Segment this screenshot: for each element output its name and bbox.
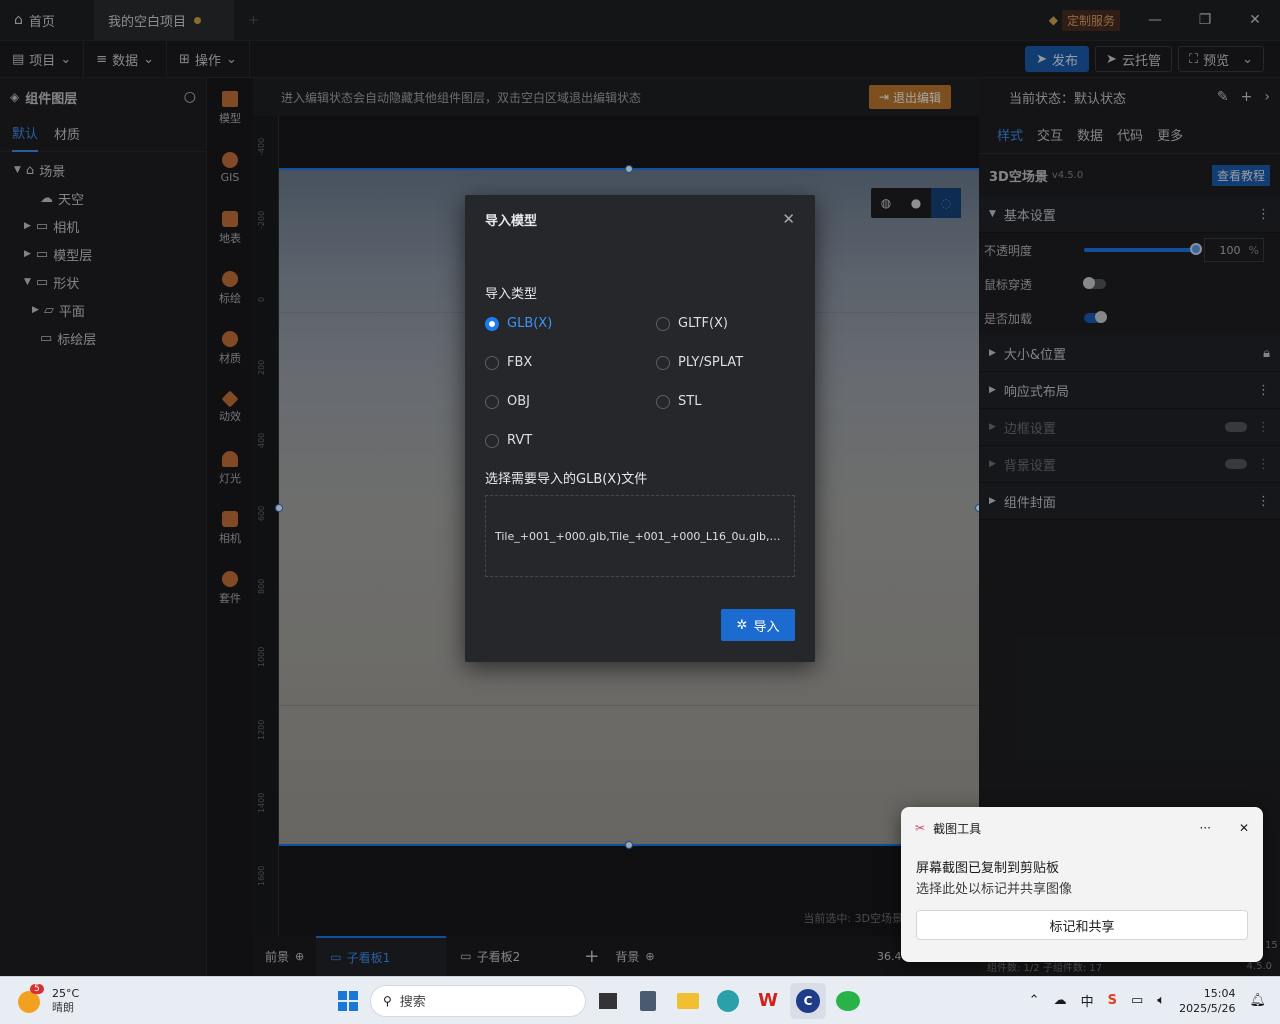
toast-app-name: 截图工具 xyxy=(933,821,982,836)
taskbar: 5 25°C 晴朗 ⚲ 搜索 W C ⌃ ☁ 中 S ▭ 🔈︎ 15:04 2025/… xyxy=(0,976,1280,1024)
wechat-icon[interactable] xyxy=(830,983,866,1019)
radio-dot xyxy=(656,316,670,331)
radio-dot xyxy=(485,433,499,448)
radio-dot xyxy=(656,394,670,409)
radio-label: GLTF(X) xyxy=(678,316,728,331)
scissors-icon: ✂ xyxy=(915,821,926,835)
radio-dot xyxy=(656,355,670,370)
wps-icon[interactable]: W xyxy=(750,983,786,1019)
radio-stl[interactable]: STL xyxy=(656,394,806,409)
clock-time: 15:04 xyxy=(1203,986,1236,1000)
radio-dot xyxy=(485,355,499,370)
radio-obj[interactable]: OBJ xyxy=(485,394,656,409)
dialog-title: 导入模型 xyxy=(485,213,538,229)
selected-files: Tile_+001_+000.glb,Tile_+001_+000_L16_0u… xyxy=(495,529,785,543)
radio-rvt[interactable]: RVT xyxy=(485,433,656,448)
chevron-up-icon[interactable]: ⌃ xyxy=(1029,993,1040,1008)
weather-desc: 晴朗 xyxy=(52,1000,74,1014)
spinner-icon: ✲ xyxy=(736,617,748,633)
weather-widget[interactable]: 5 25°C 晴朗 xyxy=(0,983,330,1015)
import-button[interactable]: ✲ 导入 xyxy=(721,609,795,641)
edge-browser-icon[interactable] xyxy=(710,983,746,1019)
radio-label: RVT xyxy=(507,433,533,448)
radio-glb[interactable]: GLB(X) xyxy=(485,316,656,331)
close-icon[interactable]: ✕ xyxy=(782,210,795,228)
weather-badge: 5 xyxy=(30,983,44,994)
search-placeholder: 搜索 xyxy=(399,995,426,1010)
radio-label: OBJ xyxy=(507,394,530,409)
snipping-notification[interactable]: ✂ 截图工具 ··· ✕ 屏幕截图已复制到剪贴板 选择此处以标记并共享图像 标记和共… xyxy=(901,807,1263,962)
weather-temp: 25°C xyxy=(52,986,80,1000)
close-icon[interactable]: ✕ xyxy=(1239,821,1249,835)
clock[interactable]: 15:04 2025/5/26 xyxy=(1179,986,1235,1016)
markup-share-button[interactable]: 标记和共享 xyxy=(916,910,1248,940)
radio-label: PLY/SPLAT xyxy=(678,355,744,370)
volume-icon[interactable]: 🔈︎ xyxy=(1157,993,1165,1008)
radio-label: GLB(X) xyxy=(507,316,553,331)
toast-subtitle: 选择此处以标记并共享图像 xyxy=(916,882,1073,897)
markup-share-label: 标记和共享 xyxy=(1049,919,1115,935)
radio-ply-splat[interactable]: PLY/SPLAT xyxy=(656,355,806,370)
task-view-icon[interactable] xyxy=(590,983,626,1019)
file-select-label: 选择需要导入的GLB(X)文件 xyxy=(485,472,648,487)
toast-title: 屏幕截图已复制到剪贴板 xyxy=(916,861,1060,876)
weather-sun-icon: 5 xyxy=(18,983,44,1014)
radio-label: FBX xyxy=(507,355,533,370)
radio-dot xyxy=(485,394,499,409)
taskbar-search[interactable]: ⚲ 搜索 xyxy=(370,984,586,1017)
file-explorer-icon[interactable] xyxy=(670,983,706,1019)
app-c-icon[interactable]: C xyxy=(790,982,826,1019)
cloud-icon[interactable]: ☁ xyxy=(1054,993,1067,1008)
radio-gltf[interactable]: GLTF(X) xyxy=(656,316,806,331)
calculator-icon[interactable] xyxy=(630,983,666,1019)
more-icon[interactable]: ··· xyxy=(1199,821,1210,835)
sogou-icon[interactable]: S xyxy=(1108,993,1117,1008)
input-language[interactable]: 中 xyxy=(1081,991,1094,1010)
notification-bell-icon[interactable]: 🔔︎ xyxy=(1249,993,1266,1008)
import-type-label: 导入类型 xyxy=(485,287,538,302)
import-label: 导入 xyxy=(753,619,780,635)
network-icon[interactable]: ▭ xyxy=(1131,993,1143,1008)
windows-start-icon[interactable] xyxy=(330,983,366,1019)
radio-label: STL xyxy=(678,394,702,409)
clock-date: 2025/5/26 xyxy=(1179,1001,1236,1015)
radio-dot xyxy=(485,316,499,331)
search-icon: ⚲ xyxy=(383,993,392,1008)
radio-fbx[interactable]: FBX xyxy=(485,355,656,370)
file-drop-zone[interactable]: Tile_+001_+000.glb,Tile_+001_+000_L16_0u… xyxy=(485,495,795,577)
import-model-dialog: 导入模型 ✕ 导入类型 GLB(X) GLTF(X) FBX PLY/SPLAT… xyxy=(465,195,815,662)
